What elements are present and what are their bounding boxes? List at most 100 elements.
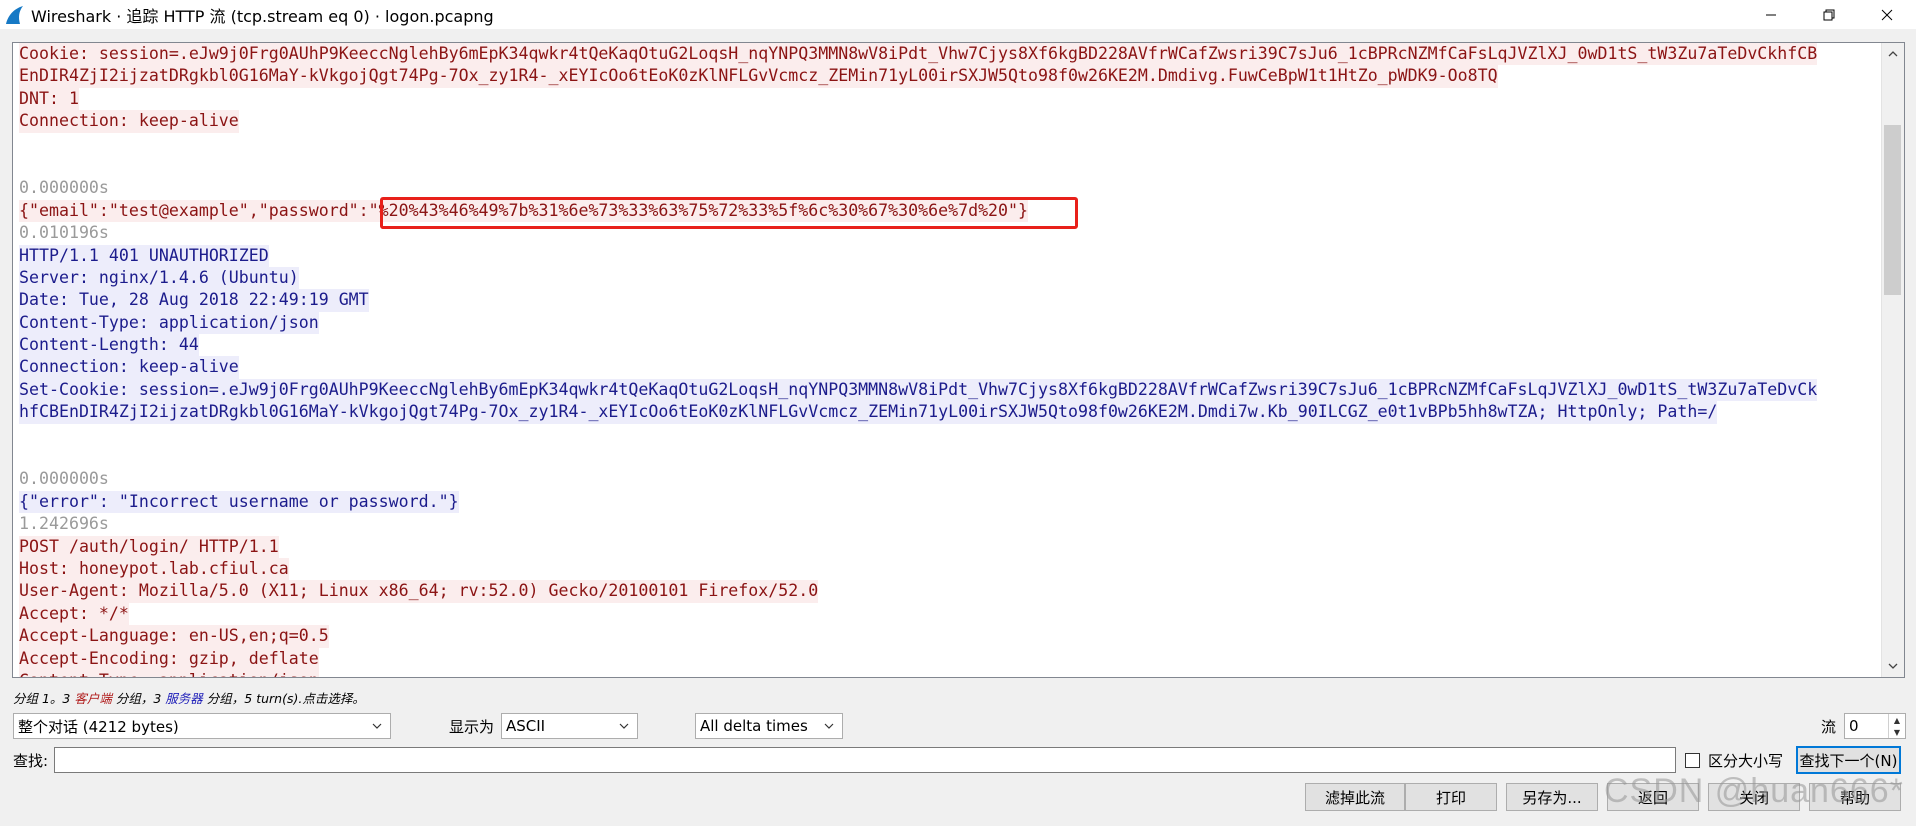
client-data-text: Host: honeypot.lab.cfiul.ca	[19, 557, 289, 581]
title-bar: Wireshark · 追踪 HTTP 流 (tcp.stream eq 0) …	[0, 0, 1916, 29]
stream-line: hfCBEnDIR4ZjI2ijzatDRgkbl0G16MaY-kVkgojQ…	[19, 401, 1883, 424]
stream-line: Date: Tue, 28 Aug 2018 22:49:19 GMT	[19, 289, 1883, 312]
stream-line: POST /auth/login/ HTTP/1.1	[19, 535, 1883, 558]
wireshark-fin-icon	[6, 5, 23, 24]
server-data-text: Date: Tue, 28 Aug 2018 22:49:19 GMT	[19, 289, 369, 312]
find-next-button[interactable]: 查找下一个(N)	[1796, 746, 1901, 774]
server-data-text: Server: nginx/1.4.6 (Ubuntu)	[19, 266, 299, 290]
stream-line: DNT: 1	[19, 87, 1883, 111]
timestamp-text: 1.242696s	[19, 514, 109, 534]
back-button[interactable]: 返回	[1607, 783, 1699, 811]
stream-line: {"error": "Incorrect username or passwor…	[19, 490, 1883, 514]
stream-number-label: 流	[1821, 718, 1837, 736]
delta-times-select-value: All delta times	[700, 717, 808, 735]
status-prefix: 分组 1。3	[13, 691, 75, 706]
server-data-text: Set-Cookie: session=.eJw9j0Frg0AUhP9Keec…	[19, 378, 1818, 402]
status-server-link[interactable]: 服务器	[165, 691, 203, 706]
show-as-label: 显示为	[449, 718, 495, 736]
close-button[interactable]: 关闭	[1708, 783, 1800, 811]
scroll-up-arrow[interactable]	[1882, 43, 1904, 65]
stream-number-value: 0	[1849, 717, 1859, 735]
timestamp-text: 0.000000s	[19, 178, 109, 198]
chevron-down-icon	[1888, 663, 1898, 669]
spin-up-icon[interactable]: ▲	[1889, 714, 1905, 726]
stream-line	[19, 424, 1883, 446]
show-as-select[interactable]: ASCII	[501, 713, 638, 739]
close-window-button[interactable]	[1858, 0, 1916, 29]
stream-number-spinbox[interactable]: 0 ▲ ▼	[1844, 713, 1906, 739]
help-button[interactable]: 帮助	[1809, 783, 1901, 811]
stream-line: Server: nginx/1.4.6 (Ubuntu)	[19, 266, 1883, 290]
stream-line: EnDIR4ZjI2ijzatDRgkbl0G16MaY-kVkgojQgt74…	[19, 65, 1883, 88]
client-data-text: EnDIR4ZjI2ijzatDRgkbl0G16MaY-kVkgojQgt74…	[19, 65, 1498, 88]
stream-line: HTTP/1.1 401 UNAUTHORIZED	[19, 244, 1883, 267]
minimize-icon	[1766, 14, 1776, 15]
chevron-up-icon	[1888, 51, 1898, 57]
stream-line: Accept-Encoding: gzip, deflate	[19, 647, 1883, 670]
find-label: 查找:	[13, 752, 49, 770]
print-button[interactable]: 打印	[1405, 783, 1497, 811]
stream-line: Content-Type: application/json	[19, 311, 1883, 335]
stream-line: Content-Type: application/json	[19, 669, 1883, 677]
server-data-text: Content-Length: 44	[19, 334, 199, 357]
chevron-down-icon	[619, 723, 629, 729]
client-data-text: Accept-Language: en-US,en;q=0.5	[19, 625, 329, 648]
client-data-text: Cookie: session=.eJw9j0Frg0AUhP9KeeccNgl…	[19, 43, 1818, 66]
stream-line: Cookie: session=.eJw9j0Frg0AUhP9KeeccNgl…	[19, 43, 1883, 66]
client-data-text: {"email":"test@example","password":"%20%…	[19, 199, 1029, 223]
stream-line: 0.000000s	[19, 177, 1883, 199]
stream-line: Accept: */*	[19, 602, 1883, 626]
stream-line	[19, 133, 1883, 155]
case-sensitive-checkbox[interactable]	[1685, 753, 1700, 768]
timestamp-text: 0.000000s	[19, 469, 109, 489]
stream-line: 1.242696s	[19, 513, 1883, 535]
stream-line: Connection: keep-alive	[19, 356, 1883, 379]
stream-text-area[interactable]: Cookie: session=.eJw9j0Frg0AUhP9KeeccNgl…	[12, 42, 1905, 678]
restore-icon	[1823, 9, 1835, 20]
client-data-text: Accept: */*	[19, 602, 129, 626]
vertical-scrollbar[interactable]	[1881, 43, 1904, 677]
server-data-text: Connection: keep-alive	[19, 356, 239, 379]
stream-line: User-Agent: Mozilla/5.0 (X11; Linux x86_…	[19, 580, 1883, 603]
stream-line	[19, 446, 1883, 468]
stream-line: Accept-Language: en-US,en;q=0.5	[19, 625, 1883, 648]
server-data-text: Content-Type: application/json	[19, 311, 319, 335]
delta-times-select[interactable]: All delta times	[695, 713, 843, 739]
server-data-text: HTTP/1.1 401 UNAUTHORIZED	[19, 244, 269, 267]
status-middle: 分组，3	[111, 691, 166, 706]
window-controls	[1742, 0, 1916, 29]
save-as-button[interactable]: 另存为...	[1506, 783, 1598, 811]
restore-button[interactable]	[1800, 0, 1858, 29]
chevron-down-icon	[824, 723, 834, 729]
stream-line: Content-Length: 44	[19, 334, 1883, 357]
filter-out-stream-button[interactable]: 滤掉此流	[1305, 783, 1405, 811]
client-data-text: Connection: keep-alive	[19, 110, 239, 133]
conversation-select[interactable]: 整个对话 (4212 bytes)	[13, 713, 391, 739]
client-data-text: DNT: 1	[19, 87, 79, 111]
conversation-select-value: 整个对话 (4212 bytes)	[18, 717, 179, 736]
server-data-text: hfCBEnDIR4ZjI2ijzatDRgkbl0G16MaY-kVkgojQ…	[19, 401, 1718, 424]
chevron-down-icon	[372, 723, 382, 729]
stream-line: Set-Cookie: session=.eJw9j0Frg0AUhP9Keec…	[19, 378, 1883, 402]
stream-status-text: 分组 1。3 客户端 分组，3 服务器 分组，5 turn(s).点击选择。	[13, 688, 365, 706]
timestamp-text: 0.010196s	[19, 223, 109, 243]
status-suffix: 分组，5 turn(s).点击选择。	[202, 691, 365, 706]
client-data-text: User-Agent: Mozilla/5.0 (X11; Linux x86_…	[19, 580, 819, 603]
scroll-down-arrow[interactable]	[1882, 655, 1904, 677]
spin-arrows: ▲ ▼	[1888, 714, 1905, 738]
show-as-select-value: ASCII	[506, 717, 546, 735]
client-data-text: Accept-Encoding: gzip, deflate	[19, 647, 319, 670]
status-client-link[interactable]: 客户端	[74, 691, 112, 706]
stream-line: Host: honeypot.lab.cfiul.ca	[19, 557, 1883, 581]
stream-line	[19, 155, 1883, 177]
server-data-text: {"error": "Incorrect username or passwor…	[19, 490, 459, 514]
scrollbar-thumb[interactable]	[1884, 125, 1901, 295]
client-data-text: Content-Type: application/json	[19, 669, 319, 677]
spin-down-icon[interactable]: ▼	[1889, 726, 1905, 738]
stream-line: 0.010196s	[19, 222, 1883, 244]
close-icon	[1881, 9, 1893, 20]
find-input[interactable]	[54, 747, 1676, 773]
case-sensitive-label: 区分大小写	[1708, 752, 1784, 770]
stream-line: {"email":"test@example","password":"%20%…	[19, 199, 1883, 223]
minimize-button[interactable]	[1742, 0, 1800, 29]
